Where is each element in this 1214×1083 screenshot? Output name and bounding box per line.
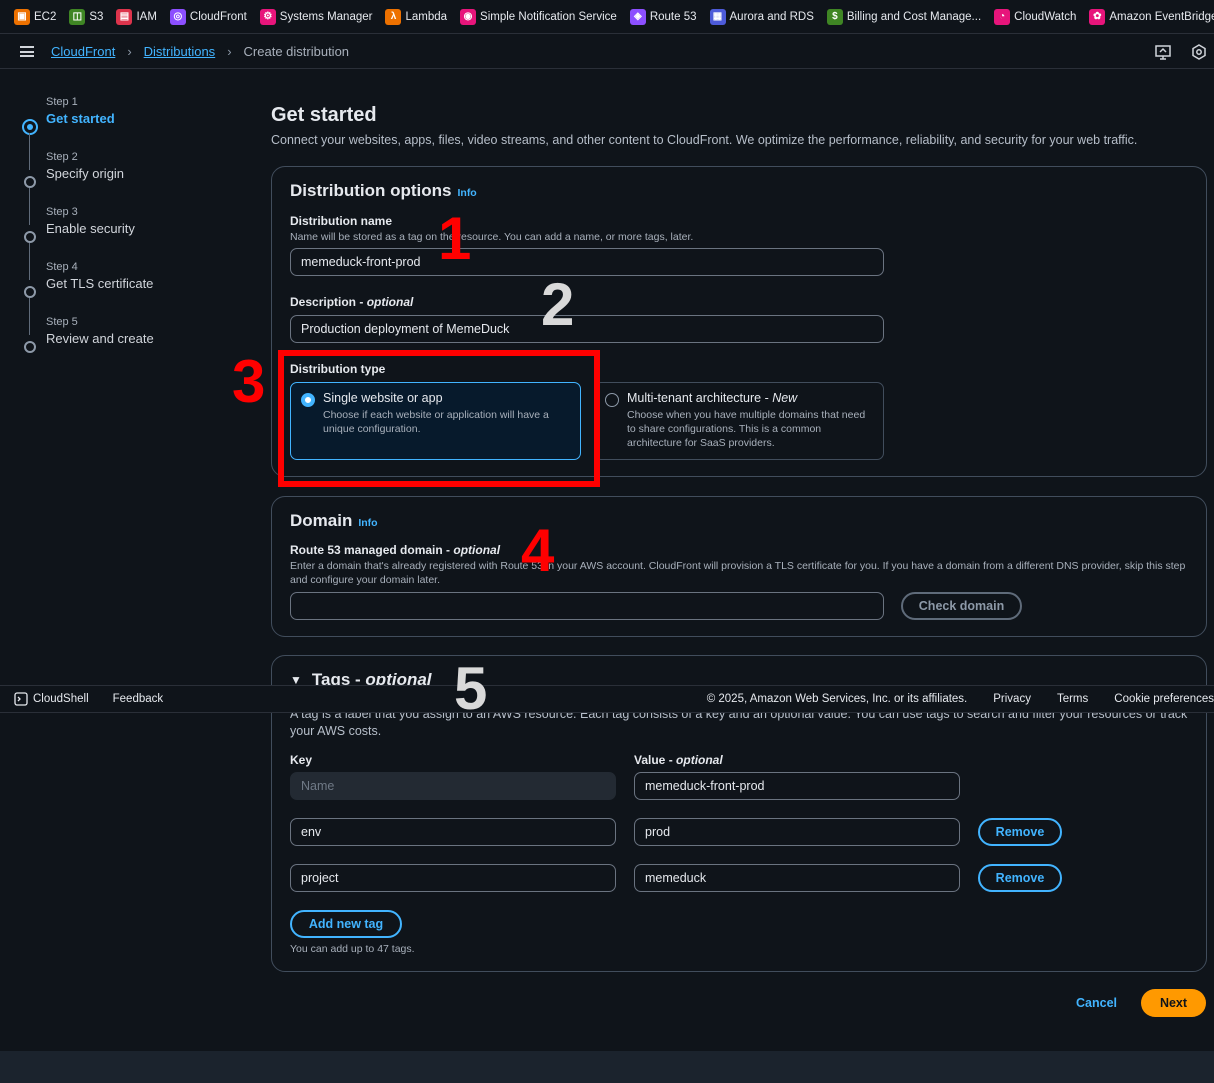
next-button[interactable]: Next: [1141, 989, 1206, 1017]
check-domain-button[interactable]: Check domain: [901, 592, 1022, 620]
favorite-systems-manager[interactable]: ⚙ Systems Manager: [259, 8, 372, 25]
step-tls-certificate[interactable]: Step 4 Get TLS certificate: [20, 261, 154, 335]
distribution-name-hint: Name will be stored as a tag on the reso…: [290, 231, 694, 243]
favorite-ec2[interactable]: ▣ EC2: [14, 8, 56, 25]
step-indicator-icon: [24, 176, 36, 188]
cloudfront-icon: ◎: [169, 8, 186, 25]
favorite-rds[interactable]: ▦ Aurora and RDS: [709, 8, 814, 25]
systems-manager-icon: ⚙: [259, 8, 276, 25]
favorite-sns[interactable]: ◉ Simple Notification Service: [460, 8, 617, 25]
breadcrumb: CloudFront › Distributions › Create dist…: [51, 44, 349, 59]
multi-tenant-option[interactable]: Multi-tenant architecture - New Choose w…: [594, 382, 884, 460]
terminal-icon: [14, 692, 28, 706]
info-link[interactable]: Info: [457, 187, 476, 199]
copyright-text: © 2025, Amazon Web Services, Inc. or its…: [706, 693, 968, 705]
settings-icon[interactable]: [1190, 43, 1208, 61]
cookie-preferences-link[interactable]: Cookie preferences: [1114, 693, 1214, 705]
distribution-name-input[interactable]: memeduck-front-prod: [290, 248, 884, 276]
feedback-link[interactable]: Feedback: [113, 693, 164, 705]
favorite-lambda[interactable]: λ Lambda: [385, 8, 447, 25]
remove-tag-button[interactable]: Remove: [978, 818, 1062, 846]
annotation-4: 4: [521, 517, 555, 584]
wizard-steps: Step 1 Get started Step 2 Specify origin…: [20, 90, 154, 365]
info-link[interactable]: Info: [358, 517, 377, 529]
favorite-billing[interactable]: $ Billing and Cost Manage...: [826, 8, 981, 25]
sns-icon: ◉: [460, 8, 477, 25]
step-active-indicator-icon: [22, 119, 38, 135]
lambda-icon: λ: [385, 8, 402, 25]
breadcrumb-current: Create distribution: [243, 44, 350, 59]
step-specify-origin[interactable]: Step 2 Specify origin: [20, 151, 154, 225]
cloudwatch-icon: ◔: [994, 8, 1011, 25]
annotation-2: 2: [541, 271, 575, 338]
annotation-3: 3: [232, 348, 266, 415]
chevron-right-icon: ›: [227, 44, 232, 59]
page-header: Get started Connect your websites, apps,…: [271, 104, 1207, 147]
annotation-1: 1: [438, 205, 472, 272]
radio-unselected-icon: [605, 393, 619, 407]
console-footer: CloudShell Feedback © 2025, Amazon Web S…: [0, 685, 1214, 713]
menu-icon[interactable]: [20, 44, 34, 60]
cancel-button[interactable]: Cancel: [1076, 996, 1117, 1010]
route53-icon: ◈: [629, 8, 646, 25]
step-enable-security[interactable]: Step 3 Enable security: [20, 206, 154, 280]
favorite-iam[interactable]: ▤ IAM: [116, 8, 157, 25]
tags-limit-note: You can add up to 47 tags.: [290, 943, 415, 955]
panel-title: Domain: [290, 511, 353, 530]
billing-icon: $: [826, 8, 843, 25]
annotation-5: 5: [454, 655, 488, 722]
tag-value-header: Value: [634, 753, 666, 767]
ec2-icon: ▣: [14, 8, 30, 25]
route53-domain-label: Route 53 managed domain: [290, 543, 443, 557]
remove-tag-button[interactable]: Remove: [978, 864, 1062, 892]
page-title: Get started: [271, 104, 377, 126]
screen-share-icon[interactable]: [1154, 43, 1172, 61]
domain-panel: Domain Info Route 53 managed domain - opt…: [271, 496, 1207, 637]
annotation-highlight-box: [278, 350, 600, 487]
privacy-link[interactable]: Privacy: [993, 693, 1031, 705]
route53-domain-input[interactable]: [290, 592, 884, 620]
eventbridge-icon: ✿: [1089, 8, 1106, 25]
page-bottom-strip: [0, 1051, 1214, 1083]
step-get-started[interactable]: Step 1 Get started: [20, 96, 154, 170]
tag-key-input: Name: [290, 772, 616, 800]
chevron-right-icon: ›: [127, 44, 132, 59]
add-new-tag-button[interactable]: Add new tag: [290, 910, 402, 938]
cloudshell-button[interactable]: CloudShell: [14, 692, 89, 706]
tag-key-header: Key: [290, 753, 313, 767]
breadcrumb-cloudfront[interactable]: CloudFront: [51, 44, 115, 59]
breadcrumb-distributions[interactable]: Distributions: [144, 44, 216, 59]
favorite-route53[interactable]: ◈ Route 53: [629, 8, 697, 25]
rds-icon: ▦: [709, 8, 726, 25]
favorite-s3[interactable]: ◫ S3: [69, 8, 103, 25]
tag-key-input[interactable]: project: [290, 864, 616, 892]
description-input[interactable]: Production deployment of MemeDuck: [290, 315, 884, 343]
step-indicator-icon: [24, 231, 36, 243]
tag-value-input[interactable]: prod: [634, 818, 960, 846]
tag-key-input[interactable]: env: [290, 818, 616, 846]
iam-icon: ▤: [116, 8, 133, 25]
breadcrumb-header: CloudFront › Distributions › Create dist…: [0, 35, 1214, 69]
tag-value-input[interactable]: memeduck: [634, 864, 960, 892]
favorites-bar: ▣ EC2 ◫ S3 ▤ IAM ◎ CloudFront ⚙ Systems Manag…: [0, 0, 1214, 34]
description-optional: optional: [366, 295, 414, 309]
page-description: Connect your websites, apps, files, vide…: [271, 133, 1138, 147]
tag-value-input[interactable]: memeduck-front-prod: [634, 772, 960, 800]
favorite-cloudfront[interactable]: ◎ CloudFront: [169, 8, 247, 25]
favorite-cloudwatch[interactable]: ◔ CloudWatch: [994, 8, 1076, 25]
s3-icon: ◫: [69, 8, 86, 25]
step-indicator-icon: [24, 341, 36, 353]
step-review-create[interactable]: Step 5 Review and create: [20, 316, 154, 365]
description-label: Description: [290, 295, 357, 309]
route53-domain-hint: Enter a domain that's already registered…: [290, 560, 1186, 586]
step-indicator-icon: [24, 286, 36, 298]
terms-link[interactable]: Terms: [1057, 693, 1088, 705]
favorite-eventbridge[interactable]: ✿ Amazon EventBridge: [1089, 8, 1214, 25]
panel-title: Distribution options: [290, 181, 452, 200]
distribution-name-label: Distribution name: [290, 214, 393, 228]
